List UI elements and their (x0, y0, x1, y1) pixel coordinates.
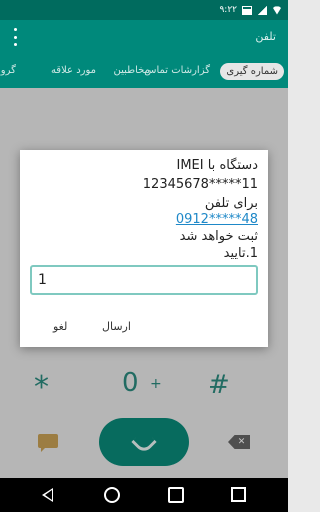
dialog-imei-value: 12345678*****11 (142, 177, 258, 192)
more-options-icon[interactable] (12, 28, 18, 46)
back-icon[interactable] (42, 488, 53, 502)
tab-dialer[interactable]: شماره گیری (220, 63, 284, 80)
wifi-icon (272, 6, 282, 15)
recents-icon[interactable] (231, 487, 246, 502)
status-time: ۹:۲۲ (219, 5, 237, 15)
tab-groups[interactable]: گروه ها (0, 65, 16, 76)
signal-icon (257, 5, 267, 15)
dialog-line-imei-label: دستگاه با IMEI (176, 158, 258, 173)
dialog-phone-link[interactable]: 0912*****48 (176, 212, 258, 227)
tab-favorites[interactable]: مورد علاقه (51, 65, 96, 76)
tab-contacts[interactable]: مخاطبین (114, 65, 150, 76)
app-bar: تلفن (0, 20, 288, 58)
dialog-line-confirm: 1.تایید (223, 246, 258, 261)
navigation-bar (0, 478, 288, 512)
confirm-code-input[interactable] (30, 265, 258, 295)
tab-call-log[interactable]: گزارشات تماس (144, 65, 210, 76)
battery-icon (242, 5, 252, 15)
dialog-line-will-register: ثبت خواهد شد (179, 229, 258, 244)
app-title: تلفن (255, 30, 276, 43)
dual-sim-icon[interactable] (168, 487, 184, 503)
confirm-dialog: دستگاه با IMEI 12345678*****11 برای تلفن… (20, 150, 268, 347)
send-button[interactable]: ارسال (102, 320, 131, 333)
status-bar: ۹:۲۲ (0, 0, 288, 20)
dialog-line-for-phone: برای تلفن (204, 196, 258, 211)
home-icon[interactable] (104, 487, 120, 503)
tab-bar: شماره گیری گزارشات تماس مخاطبین مورد علا… (0, 58, 288, 88)
cancel-button[interactable]: لغو (53, 320, 67, 333)
